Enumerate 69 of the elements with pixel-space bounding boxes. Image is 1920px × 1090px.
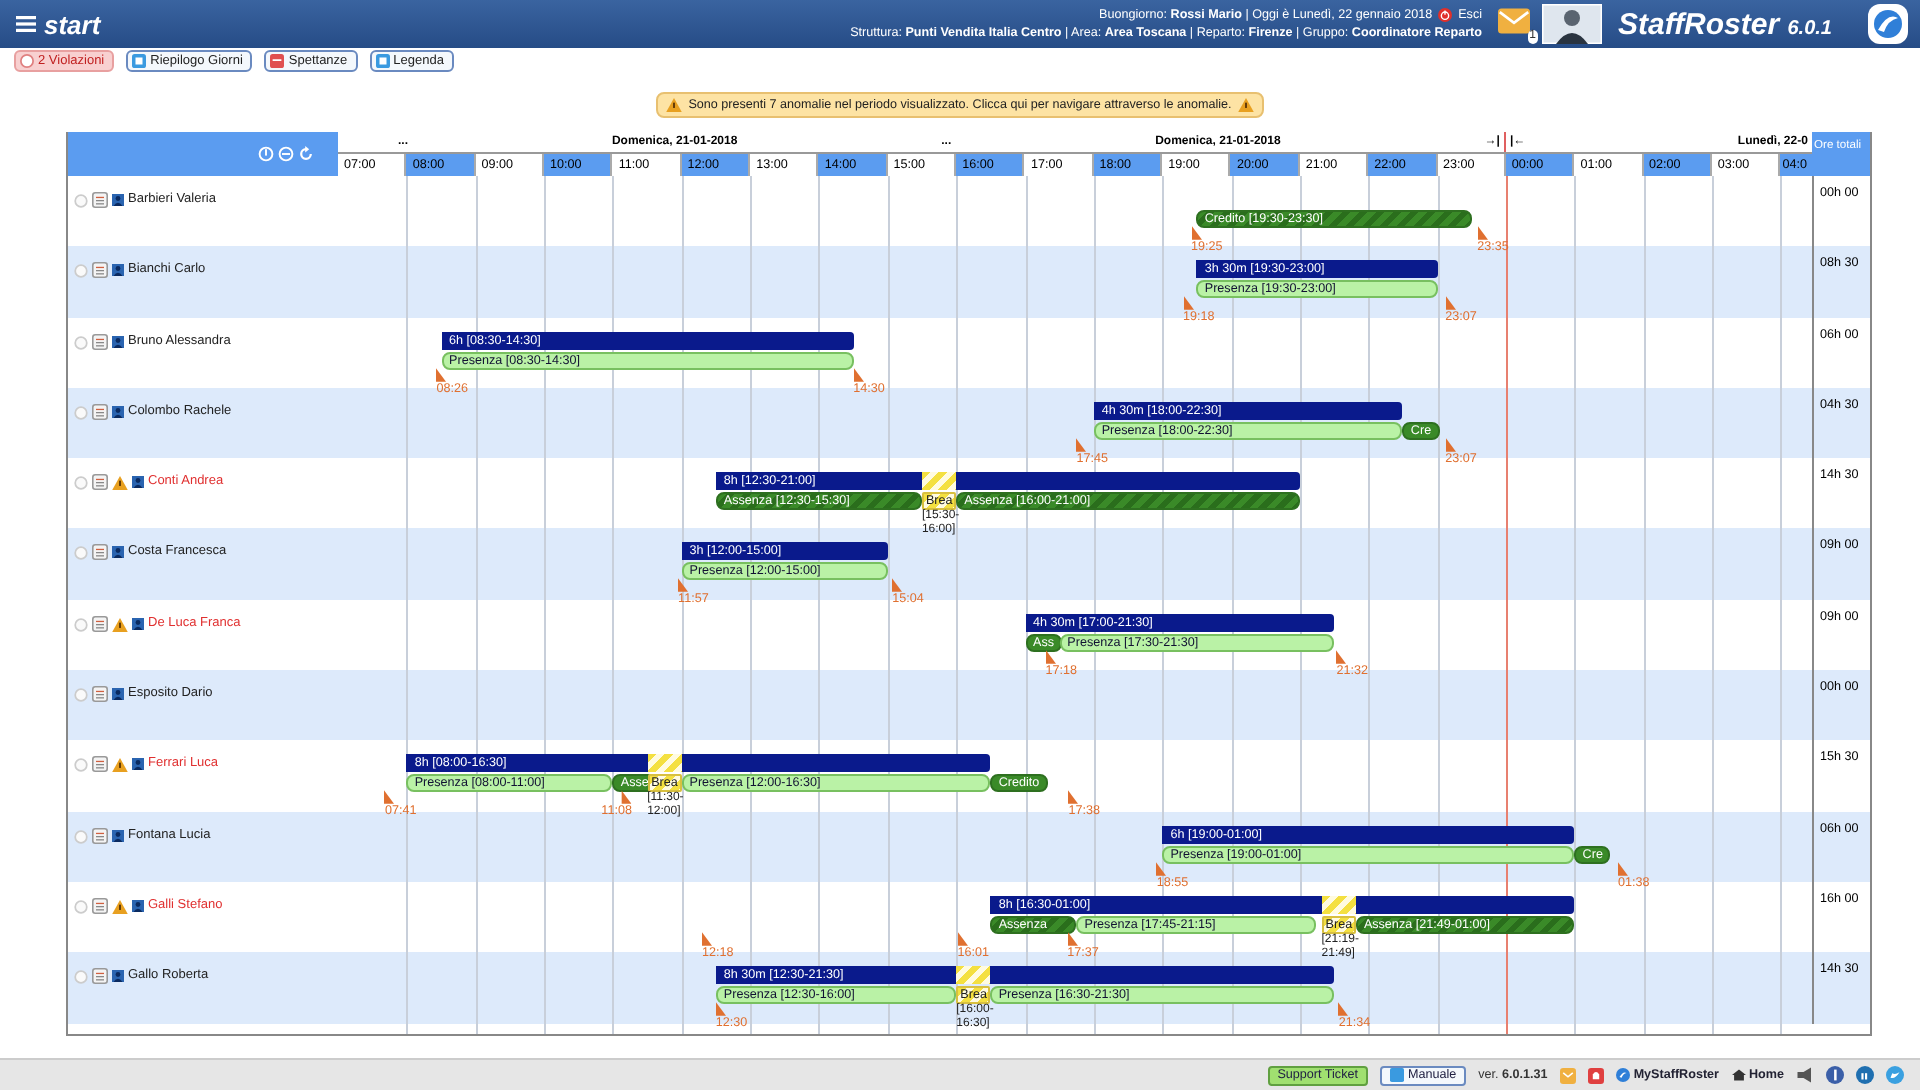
punch-flag-icon — [715, 1002, 726, 1017]
list-icon[interactable] — [92, 474, 108, 491]
list-icon[interactable] — [92, 333, 108, 350]
punch-flag-icon — [1067, 931, 1078, 946]
person-icon — [112, 194, 124, 206]
mail-icon[interactable] — [1559, 1067, 1576, 1083]
person-icon — [112, 264, 124, 277]
social-icon[interactable] — [1826, 1066, 1844, 1084]
bell-icon[interactable] — [1587, 1067, 1604, 1083]
punch-flag-icon — [1445, 296, 1456, 311]
list-icon[interactable] — [92, 968, 108, 985]
logo-icon — [1615, 1068, 1630, 1082]
house-icon — [1731, 1068, 1745, 1082]
person-icon — [112, 688, 124, 701]
break-stripe — [1321, 895, 1356, 914]
punch-flag-icon — [1045, 649, 1056, 664]
list-icon[interactable] — [92, 686, 108, 703]
power-icon[interactable] — [1438, 8, 1453, 22]
refresh-icon[interactable] — [298, 146, 314, 162]
punch-flag-icon — [1183, 296, 1193, 311]
warning-icon — [112, 899, 128, 914]
alert-icon — [20, 54, 34, 68]
punch-flag-icon — [1076, 437, 1087, 452]
person-icon — [112, 335, 124, 348]
person-icon — [112, 546, 124, 559]
warning-icon — [112, 617, 128, 632]
list-icon[interactable] — [92, 192, 108, 208]
punch-flag-icon — [1191, 226, 1201, 240]
social-icon[interactable] — [1886, 1066, 1904, 1084]
punch-flag-icon — [436, 367, 447, 382]
warning-icon — [112, 758, 128, 773]
punch-flag-icon — [1445, 437, 1456, 452]
list-icon[interactable] — [92, 827, 108, 844]
megaphone-icon[interactable] — [1796, 1066, 1814, 1084]
list-icon[interactable] — [92, 615, 108, 632]
app-name[interactable]: start — [44, 9, 101, 39]
list-icon[interactable] — [92, 262, 108, 279]
person-icon — [112, 829, 124, 842]
warning-icon — [112, 476, 128, 491]
person-icon — [132, 899, 144, 912]
list-icon[interactable] — [92, 544, 108, 561]
person-icon — [132, 617, 144, 630]
punch-flag-icon — [1068, 790, 1079, 805]
avatar-icon[interactable] — [1542, 4, 1602, 44]
list-icon[interactable] — [92, 403, 108, 420]
logo-icon[interactable] — [1868, 4, 1908, 44]
break-stripe — [921, 472, 957, 491]
punch-flag-icon — [1477, 226, 1488, 240]
punch-flag-icon — [702, 931, 713, 946]
punch-flag-icon — [1156, 861, 1167, 876]
punch-flag-icon — [384, 790, 395, 805]
break-stripe — [956, 966, 991, 985]
punch-flag-icon — [853, 367, 864, 382]
envelope-icon[interactable] — [1498, 8, 1530, 34]
person-icon — [132, 758, 144, 771]
person-icon — [112, 970, 124, 983]
punch-flag-icon — [1336, 649, 1347, 664]
list-icon[interactable] — [92, 897, 108, 914]
product-logo: StaffRoster 6.0.1 — [1618, 7, 1832, 41]
punch-flag-icon — [678, 578, 689, 593]
person-icon — [112, 405, 124, 418]
person-icon — [132, 476, 144, 489]
list-icon[interactable] — [92, 756, 108, 773]
punch-flag-icon — [1338, 1002, 1349, 1017]
punch-flag-icon — [1618, 861, 1629, 876]
break-stripe — [647, 754, 682, 773]
menu-icon[interactable] — [16, 16, 36, 32]
punch-flag-icon — [621, 790, 632, 805]
social-icon[interactable] — [1856, 1066, 1874, 1084]
